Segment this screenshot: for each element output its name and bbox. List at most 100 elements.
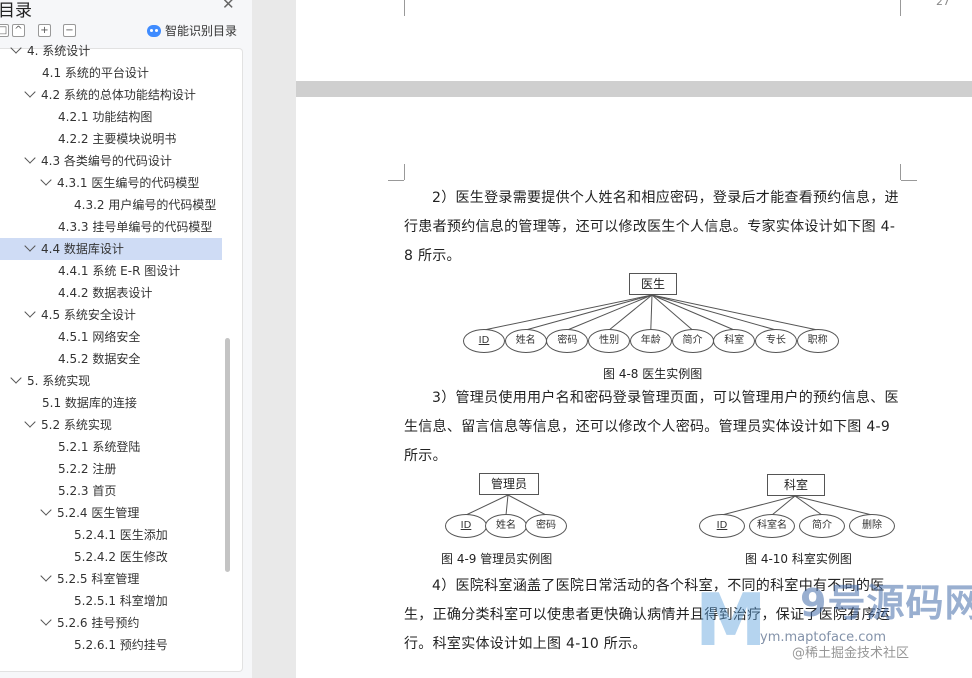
toc-scrollbar[interactable] bbox=[225, 338, 230, 572]
page-separator bbox=[296, 81, 972, 97]
toc-item-label: 5.2.1 系统登陆 bbox=[58, 440, 141, 454]
chevron-down-icon[interactable] bbox=[10, 372, 22, 384]
entity-department: 科室 bbox=[767, 474, 825, 496]
toc-item[interactable]: 5.2 系统实现 bbox=[0, 414, 222, 436]
toc-item[interactable]: 5.2.1 系统登陆 bbox=[0, 436, 222, 458]
toc-item[interactable]: 5.1 数据库的连接 bbox=[0, 392, 222, 414]
chevron-down-icon[interactable] bbox=[24, 152, 36, 164]
figure-4-10-caption: 图 4-10 科室实例图 bbox=[745, 552, 852, 566]
toc-item[interactable]: 4.3 各类编号的代码设计 bbox=[0, 150, 222, 172]
remove-heading-icon[interactable]: − bbox=[63, 24, 76, 37]
toc-item[interactable]: 5.2.4.2 医生修改 bbox=[0, 546, 222, 568]
toc-item-label: 5.2.3 首页 bbox=[58, 484, 117, 498]
smart-toc-button[interactable]: 智能识别目录 bbox=[147, 22, 237, 39]
er-attribute: 职称 bbox=[796, 329, 839, 353]
toc-item[interactable]: 4.4 数据库设计 bbox=[0, 238, 222, 260]
toc-item-label: 4.5.2 数据安全 bbox=[58, 352, 141, 366]
crop-mark bbox=[388, 180, 404, 181]
er-attribute: 简介 bbox=[799, 514, 845, 538]
sidebar-gutter bbox=[252, 0, 296, 678]
crop-mark bbox=[901, 180, 917, 181]
toc-item[interactable]: 4.1 系统的平台设计 bbox=[0, 62, 222, 84]
toc-item[interactable]: 4.5 系统安全设计 bbox=[0, 304, 222, 326]
toc-item[interactable]: 5. 系统实现 bbox=[0, 370, 222, 392]
er-attribute: ID bbox=[445, 514, 487, 538]
toc-item[interactable]: 4.3.2 用户编号的代码模型 bbox=[0, 194, 222, 216]
toc-item[interactable]: 5.2.4.1 医生添加 bbox=[0, 524, 222, 546]
chevron-down-icon[interactable] bbox=[40, 174, 52, 186]
toc-item-label: 4.4 数据库设计 bbox=[41, 242, 124, 256]
add-heading-icon[interactable]: + bbox=[38, 24, 51, 37]
toc-item[interactable]: 4.4.1 系统 E-R 图设计 bbox=[0, 260, 222, 282]
toc-item[interactable]: 5.2.2 注册 bbox=[0, 458, 222, 480]
toc-item-label: 4.3.1 医生编号的代码模型 bbox=[57, 176, 200, 190]
toc-item[interactable]: 4.2 系统的总体功能结构设计 bbox=[0, 84, 222, 106]
er-attribute: 年龄 bbox=[629, 329, 672, 353]
toc-item-label: 5.2.5 科室管理 bbox=[57, 572, 140, 586]
chevron-down-icon[interactable] bbox=[24, 240, 36, 252]
chevron-down-icon[interactable] bbox=[24, 86, 36, 98]
figure-4-9-caption: 图 4-9 管理员实例图 bbox=[441, 552, 553, 566]
toc-item-label: 4.2 系统的总体功能结构设计 bbox=[41, 88, 196, 102]
chevron-down-icon[interactable] bbox=[40, 504, 52, 516]
toc-item-label: 5.2.4.2 医生修改 bbox=[74, 550, 168, 564]
toc-item[interactable]: 4. 系统设计 bbox=[0, 40, 222, 62]
toc-item-label: 4.4.2 数据表设计 bbox=[58, 286, 153, 300]
toc-item-label: 5.2 系统实现 bbox=[41, 418, 112, 432]
watermark-brand: 9号源码网 bbox=[800, 581, 972, 625]
toc-item-label: 4. 系统设计 bbox=[27, 44, 91, 58]
watermark-subtext: @稀土掘金技术社区 bbox=[792, 646, 910, 661]
paragraph-admin: 3）管理员使用用户名和密码登录管理页面，可以管理用户的预约信息、医生信息、留言信… bbox=[404, 390, 899, 464]
toc-panel: 目录 ✕ □ ^ + − 智能识别目录 4. 系统设计 4.1 系统的平台设计 4.… bbox=[0, 0, 252, 678]
toc-title: 目录 bbox=[0, 1, 32, 21]
toc-item-label: 4.3.3 挂号单编号的代码模型 bbox=[58, 220, 213, 234]
toc-item[interactable]: 5.2.5.1 科室增加 bbox=[0, 590, 222, 612]
toc-item[interactable]: 4.5.1 网络安全 bbox=[0, 326, 222, 348]
crop-mark bbox=[404, 0, 405, 16]
previous-page: 27 bbox=[296, 0, 972, 81]
toc-item[interactable]: 4.5.2 数据安全 bbox=[0, 348, 222, 370]
toc-item[interactable]: 4.4.2 数据表设计 bbox=[0, 282, 222, 304]
figure-4-8-caption: 图 4-8 医生实例图 bbox=[603, 367, 703, 381]
toc-item-label: 4.4.1 系统 E-R 图设计 bbox=[58, 264, 181, 278]
expand-icon[interactable]: □ bbox=[0, 24, 9, 37]
toc-item[interactable]: 4.3.1 医生编号的代码模型 bbox=[0, 172, 222, 194]
crop-mark bbox=[404, 164, 405, 180]
page-number: 27 bbox=[936, 0, 950, 8]
er-attribute: 简介 bbox=[671, 329, 714, 353]
chevron-down-icon[interactable] bbox=[24, 306, 36, 318]
smart-toc-label: 智能识别目录 bbox=[165, 24, 238, 38]
toc-item[interactable]: 4.2.1 功能结构图 bbox=[0, 106, 222, 128]
toc-item-label: 5. 系统实现 bbox=[27, 374, 91, 388]
er-attribute: ID bbox=[699, 514, 745, 538]
toc-item[interactable]: 5.2.6.1 预约挂号 bbox=[0, 634, 222, 656]
close-icon[interactable]: ✕ bbox=[222, 0, 235, 13]
chevron-down-icon[interactable] bbox=[24, 416, 36, 428]
er-attribute: ID bbox=[463, 329, 505, 353]
chevron-down-icon[interactable] bbox=[40, 570, 52, 582]
toc-item-label: 5.1 数据库的连接 bbox=[42, 396, 137, 410]
er-attribute: 删除 bbox=[849, 514, 895, 538]
er-attribute: 科室 bbox=[713, 329, 756, 353]
toc-item[interactable]: 5.2.6 挂号预约 bbox=[0, 612, 222, 634]
chevron-down-icon[interactable] bbox=[40, 614, 52, 626]
er-attribute: 姓名 bbox=[485, 514, 527, 538]
toc-item-label: 5.2.4.1 医生添加 bbox=[74, 528, 168, 542]
collapse-all-icon[interactable]: ^ bbox=[12, 24, 25, 37]
toc-item-label: 4.2.2 主要模块说明书 bbox=[58, 132, 177, 146]
entity-admin: 管理员 bbox=[479, 473, 539, 495]
crop-mark bbox=[900, 0, 901, 16]
toc-item-label: 5.2.6.1 预约挂号 bbox=[74, 638, 168, 652]
toc-item[interactable]: 4.3.3 挂号单编号的代码模型 bbox=[0, 216, 222, 238]
toc-item-label: 5.2.5.1 科室增加 bbox=[74, 594, 168, 608]
toc-item[interactable]: 5.2.4 医生管理 bbox=[0, 502, 222, 524]
chevron-down-icon[interactable] bbox=[10, 42, 22, 54]
toc-item[interactable]: 5.2.3 首页 bbox=[0, 480, 222, 502]
toc-item-label: 4.5.1 网络安全 bbox=[58, 330, 141, 344]
toc-item-label: 5.2.4 医生管理 bbox=[57, 506, 140, 520]
er-attribute: 密码 bbox=[525, 514, 567, 538]
crop-mark bbox=[900, 164, 901, 180]
toc-item[interactable]: 5.2.5 科室管理 bbox=[0, 568, 222, 590]
toc-item[interactable]: 4.2.2 主要模块说明书 bbox=[0, 128, 222, 150]
toc-item-label: 5.2.2 注册 bbox=[58, 462, 117, 476]
